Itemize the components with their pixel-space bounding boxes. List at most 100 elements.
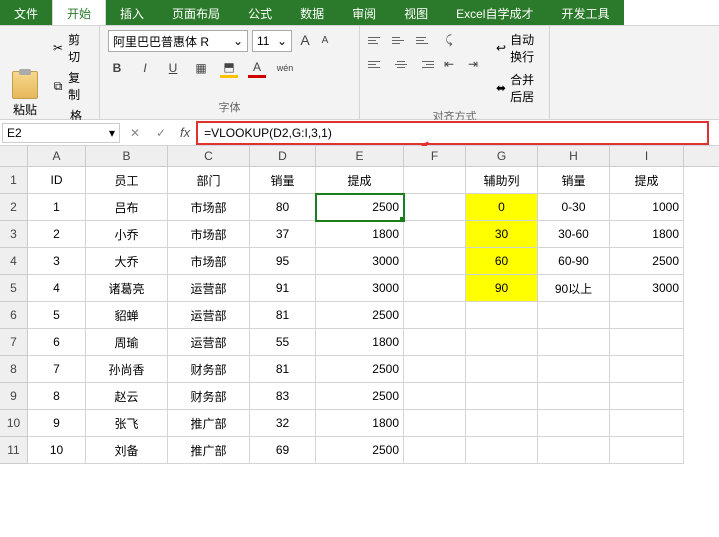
col-header[interactable]: H (538, 146, 610, 166)
cell[interactable]: 9 (28, 410, 86, 437)
align-top-icon[interactable] (368, 32, 386, 48)
cell[interactable]: 4 (28, 275, 86, 302)
cell[interactable] (466, 356, 538, 383)
cell[interactable]: 周瑜 (86, 329, 168, 356)
cell[interactable] (404, 329, 466, 356)
tab-formula[interactable]: 公式 (234, 0, 286, 25)
cell[interactable]: 2500 (316, 437, 404, 464)
cell[interactable]: 吕布 (86, 194, 168, 221)
cell[interactable]: 运营部 (168, 302, 250, 329)
cell[interactable]: 90以上 (538, 275, 610, 302)
cell[interactable]: 2500 (610, 248, 684, 275)
cell[interactable]: ID (28, 167, 86, 194)
cell[interactable]: 推广部 (168, 410, 250, 437)
row-header[interactable]: 7 (0, 329, 28, 356)
italic-button[interactable]: I (136, 58, 154, 78)
cell[interactable]: 55 (250, 329, 316, 356)
cell[interactable]: 32 (250, 410, 316, 437)
grow-font-button[interactable]: A (296, 30, 314, 50)
cell[interactable]: 刘备 (86, 437, 168, 464)
cell[interactable] (610, 302, 684, 329)
cell[interactable]: 37 (250, 221, 316, 248)
align-right-icon[interactable] (416, 56, 434, 72)
cell[interactable]: 大乔 (86, 248, 168, 275)
cell[interactable]: 6 (28, 329, 86, 356)
cell[interactable] (404, 302, 466, 329)
cell[interactable]: 财务部 (168, 383, 250, 410)
align-bottom-icon[interactable] (416, 32, 434, 48)
cell[interactable]: 2500 (316, 383, 404, 410)
cell[interactable]: 2500 (316, 302, 404, 329)
cell[interactable]: 7 (28, 356, 86, 383)
font-name-select[interactable]: 阿里巴巴普惠体 R⌄ (108, 30, 248, 52)
col-header[interactable]: C (168, 146, 250, 166)
cell[interactable]: 小乔 (86, 221, 168, 248)
cell[interactable] (538, 410, 610, 437)
cell[interactable]: 市场部 (168, 221, 250, 248)
tab-insert[interactable]: 插入 (106, 0, 158, 25)
copy-button[interactable]: ⧉复制 (50, 68, 91, 104)
cell[interactable]: 1800 (316, 221, 404, 248)
cell[interactable]: 81 (250, 302, 316, 329)
cell[interactable]: 销量 (250, 167, 316, 194)
cell[interactable]: 2 (28, 221, 86, 248)
fx-icon[interactable]: fx (180, 125, 190, 140)
shrink-font-button[interactable]: A (316, 30, 334, 50)
font-size-select[interactable]: 11⌄ (252, 30, 292, 52)
cancel-formula-button[interactable]: ✕ (122, 120, 148, 146)
cell[interactable]: 3 (28, 248, 86, 275)
cell[interactable]: 财务部 (168, 356, 250, 383)
cell[interactable]: 10 (28, 437, 86, 464)
border-button[interactable]: ▦ (192, 58, 210, 78)
cell[interactable] (610, 383, 684, 410)
cell[interactable] (404, 410, 466, 437)
cell[interactable]: 提成 (610, 167, 684, 194)
cell[interactable]: 60 (466, 248, 538, 275)
cell[interactable]: 孙尚香 (86, 356, 168, 383)
cell[interactable]: 提成 (316, 167, 404, 194)
paste-button[interactable]: 粘贴 (8, 69, 42, 120)
cell[interactable] (404, 275, 466, 302)
cell[interactable] (466, 329, 538, 356)
row-header[interactable]: 2 (0, 194, 28, 221)
tab-home[interactable]: 开始 (52, 0, 106, 25)
cell[interactable] (538, 329, 610, 356)
merge-button[interactable]: ⬌合并后居 (494, 70, 541, 106)
cell[interactable] (404, 437, 466, 464)
indent-left-button[interactable]: ⇤ (440, 54, 458, 74)
cell[interactable] (466, 410, 538, 437)
cell[interactable]: 80 (250, 194, 316, 221)
cell[interactable] (404, 194, 466, 221)
cell[interactable]: 销量 (538, 167, 610, 194)
row-header[interactable]: 8 (0, 356, 28, 383)
cell[interactable] (404, 167, 466, 194)
cell[interactable]: 市场部 (168, 248, 250, 275)
cell[interactable] (404, 221, 466, 248)
tab-data[interactable]: 数据 (286, 0, 338, 25)
cell[interactable]: 貂蝉 (86, 302, 168, 329)
tab-custom[interactable]: Excel自学成才 (442, 0, 547, 25)
cell[interactable] (538, 356, 610, 383)
col-header[interactable]: E (316, 146, 404, 166)
col-header[interactable]: F (404, 146, 466, 166)
cell[interactable] (610, 329, 684, 356)
row-header[interactable]: 10 (0, 410, 28, 437)
cell[interactable]: 运营部 (168, 329, 250, 356)
orientation-button[interactable]: ⤹ (440, 30, 458, 50)
cell[interactable]: 8 (28, 383, 86, 410)
row-header[interactable]: 1 (0, 167, 28, 194)
cell[interactable]: 员工 (86, 167, 168, 194)
file-menu[interactable]: 文件 (0, 0, 52, 25)
name-box[interactable]: E2▾ (2, 123, 120, 143)
tab-dev[interactable]: 开发工具 (547, 0, 623, 25)
font-color-button[interactable]: A (248, 58, 266, 78)
align-center-icon[interactable] (392, 56, 410, 72)
wrap-button[interactable]: ↩自动换行 (494, 30, 541, 66)
indent-right-button[interactable]: ⇥ (464, 54, 482, 74)
cell[interactable]: 推广部 (168, 437, 250, 464)
spreadsheet-grid[interactable]: A B C D E F G H I 1ID员工部门销量提成辅助列销量提成21吕布… (0, 146, 719, 464)
cell[interactable] (466, 383, 538, 410)
phonetic-button[interactable]: wén (276, 58, 294, 78)
cell[interactable]: 张飞 (86, 410, 168, 437)
row-header[interactable]: 3 (0, 221, 28, 248)
